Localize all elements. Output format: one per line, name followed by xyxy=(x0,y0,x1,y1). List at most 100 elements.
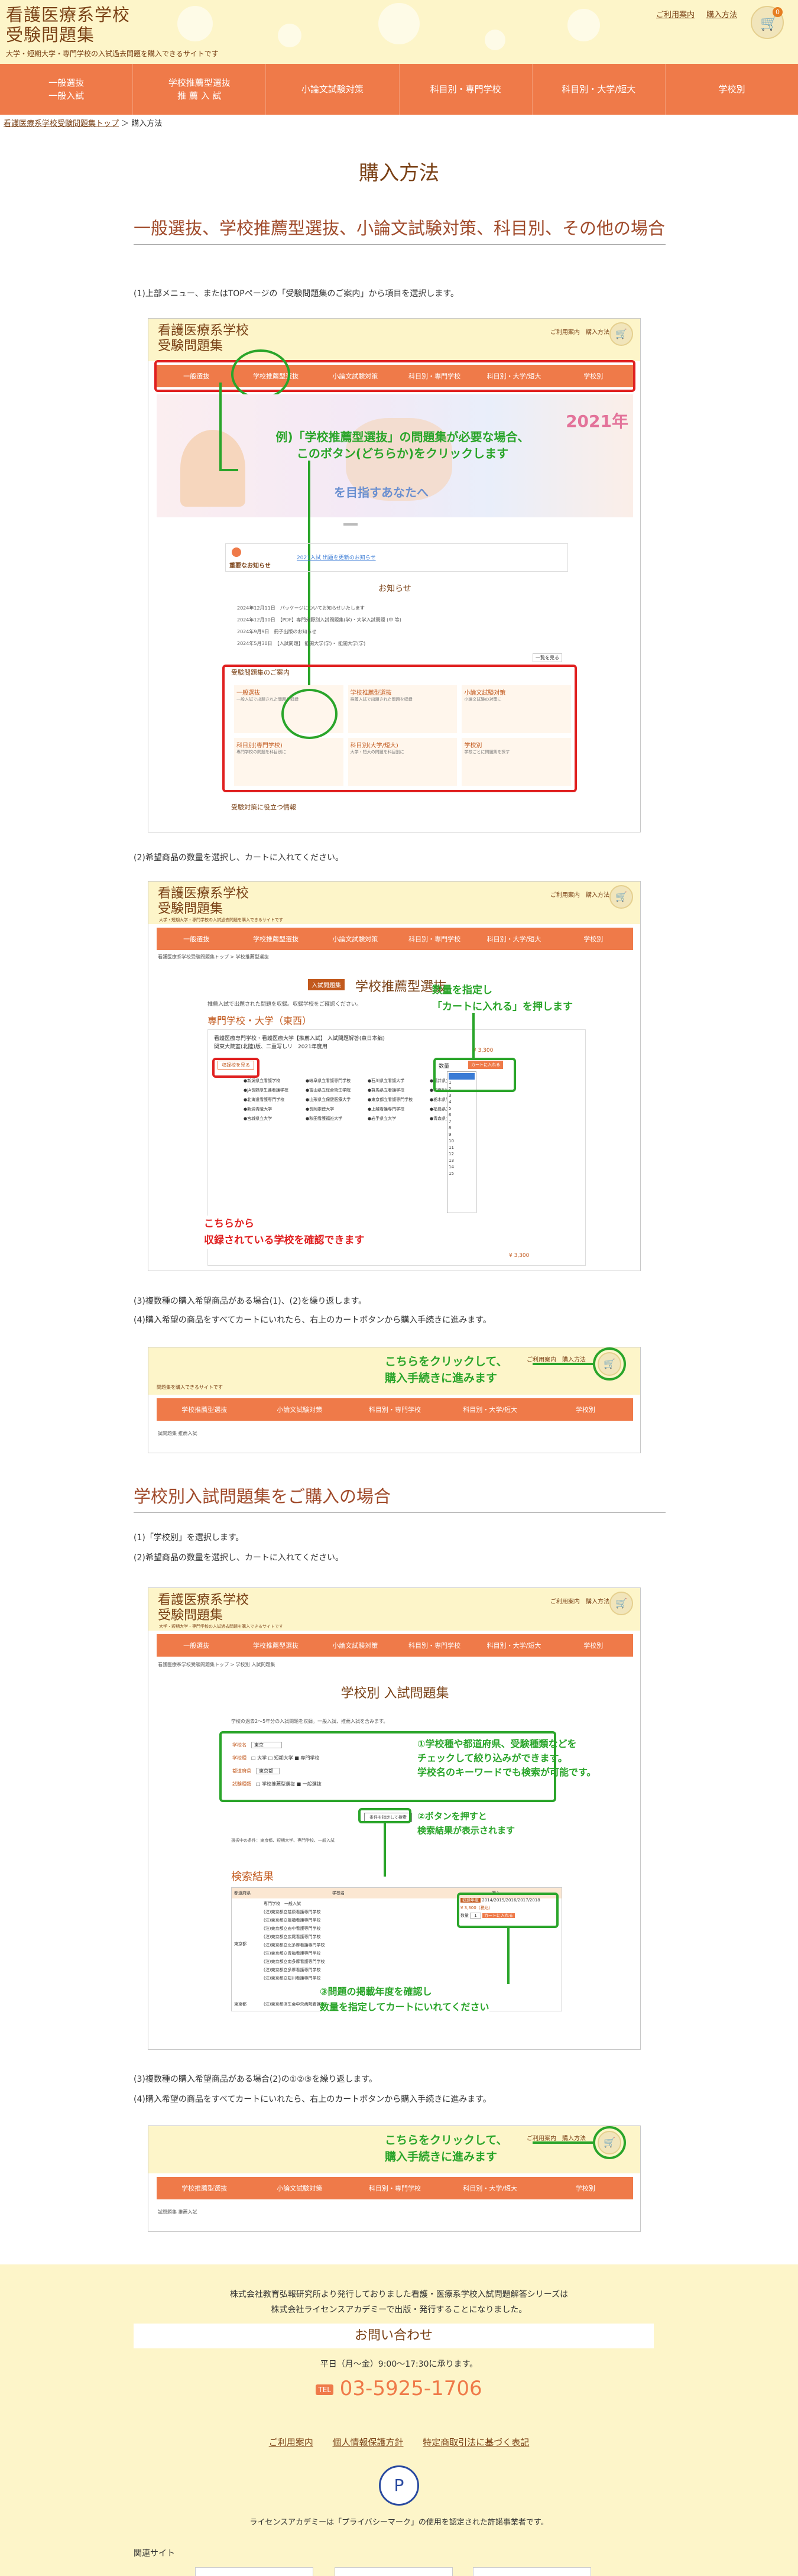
qty-option: 15 xyxy=(449,1171,454,1176)
qty-option: 13 xyxy=(449,1158,454,1163)
nav-essay-exam[interactable]: 小論文試験対策 xyxy=(266,64,400,115)
shot1-banner-year: 2021年 xyxy=(566,411,628,431)
result-region: 東京都 xyxy=(234,1942,246,1946)
shot2-links: ご利用案内 購入方法 xyxy=(550,892,609,899)
footer-tel[interactable]: 03-5925-1706 xyxy=(340,2377,482,2400)
shot2-crumb: 看護医療系学校受験問題集トップ > 学校推薦型選抜 xyxy=(158,954,269,960)
shot1-nav-highlight xyxy=(154,360,635,392)
shot4-nav-item: 科目別・大学/短大 xyxy=(486,1642,541,1650)
shot2-nav-item: 科目別・大学/短大 xyxy=(486,935,541,943)
shot4-connector xyxy=(507,1928,510,1984)
guide-item: 科目別(専門学校) 専門学校の問題を科目別に xyxy=(234,738,343,786)
shot4-callout1: ①学校種や都道府県、受験種類などを チェックして絞り込みができます。 学校名のキ… xyxy=(417,1738,596,1778)
site-header: 看護医療系学校 受験問題集 大学・短期大学・専門学校の入試過去問題を購入できるサ… xyxy=(0,0,798,64)
shot3-callout: こちらをクリックして、 購入手続きに進みます xyxy=(385,1353,508,1386)
shot4-connector xyxy=(384,1823,386,1877)
related-banner[interactable] xyxy=(473,2567,591,2576)
screenshot-product-page: 看護医療系学校 受験問題集 大学・短期大学・専門学校の入試過去問題を購入できるサ… xyxy=(148,881,641,1271)
shot2-cart-icon: 🛒 xyxy=(609,885,633,909)
result-row: (注)東京都立青梅看護専門学校 xyxy=(264,1951,321,1956)
breadcrumb-home[interactable]: 看護医療系学校受験問題集トップ xyxy=(4,119,119,128)
school-item: ●上越看護専門学校 xyxy=(368,1107,405,1112)
shot5-crumb: 試問題集 推薦入試 xyxy=(158,2209,197,2215)
footer-privacy-note: ライセンスアカデミーは「プライバシーマーク」の使用を認定された許諾事業者です。 xyxy=(249,2518,549,2527)
nav-recommendation-exam[interactable]: 学校推薦型選抜 推 薦 入 試 xyxy=(133,64,267,115)
shot4-note: 選択中の条件：東京都、短期大学、専門学校、一般入試 xyxy=(231,1838,335,1843)
slider-dots xyxy=(343,523,358,526)
nav-by-school[interactable]: 学校別 xyxy=(666,64,798,115)
footer-links: ご利用案内 個人情報保護方針 特定商取引法に基づく表記 xyxy=(0,2436,798,2448)
shot1-notice: 重要なお知らせ 2021入試 出題を更新のお知らせ xyxy=(225,543,568,572)
shot3-cart-circle xyxy=(593,1347,626,1381)
section2-step4: (4)購入希望の商品をすべてカートにいれたら、右上のカートボタンから購入手続きに… xyxy=(134,2095,491,2104)
breadcrumb: 看護医療系学校受験問題集トップ ＞ 購入方法 xyxy=(4,119,163,128)
shot1-footer-link: 受験対策に役立つ情報 xyxy=(231,803,296,811)
section2-step3: (3)複数種の購入希望商品がある場合(2)の①②③を繰り返します。 xyxy=(134,2075,377,2084)
shot1-callout: 例)「学校推薦型選抜」の問題集が必要な場合、 このボタン(どちらか)をクリックし… xyxy=(275,430,530,461)
screenshot-top-page: 看護医療系学校 受験問題集 ご利用案内 購入方法 🛒 一般選抜 学校推薦型選抜 … xyxy=(148,318,641,832)
news-item: 2024年5月30日 【入試問題】 能開大学(学)・ 能開大学(学) xyxy=(237,641,366,646)
footer-link-privacy[interactable]: 個人情報保護方針 xyxy=(332,2437,403,2448)
col-region: 都道府県 xyxy=(234,1891,251,1895)
shot5-callout: こちらをクリックして、 購入手続きに進みます xyxy=(385,2132,508,2165)
shot3-nav: 学校推薦型選抜 小論文試験対策 科目別・専門学校 科目別・大学/短大 学校別 xyxy=(157,1398,633,1421)
school-item: ●JA長野厚生連看護学校 xyxy=(244,1088,288,1093)
nav-subject-university[interactable]: 科目別・大学/短大 xyxy=(533,64,666,115)
guide-link[interactable]: ご利用案内 xyxy=(656,8,695,20)
shot1-notice-text: 2021入試 出題を更新のお知らせ xyxy=(297,555,376,561)
result-row: (注)東京都立北多摩看護専門学校 xyxy=(264,1943,325,1948)
privacy-mark-logo: P xyxy=(379,2465,419,2506)
shot4-nav-item: 科目別・専門学校 xyxy=(408,1642,461,1650)
related-banner[interactable] xyxy=(195,2567,313,2576)
result-row: (注)東京都立広尾看護専門学校 xyxy=(264,1935,321,1939)
cart-count-badge: 0 xyxy=(773,7,783,17)
shot4-results-title: 検索結果 xyxy=(231,1871,274,1883)
school-item: ●新潟青陵大学 xyxy=(244,1107,273,1112)
shot4-links: ご利用案内 購入方法 xyxy=(550,1599,609,1605)
screenshot-school-search: 看護医療系学校 受験問題集 大学・短期大学・専門学校の入試過去問題を購入できるサ… xyxy=(148,1587,641,2050)
shot1-connector xyxy=(219,383,222,471)
shot5-nav-item: 小論文試験対策 xyxy=(277,2185,323,2192)
shot2-badge: 入試問題集 xyxy=(308,979,345,990)
section1-step3: (3)複数種の購入希望商品がある場合(1)、(2)を繰り返します。 xyxy=(134,1297,367,1306)
qty-option: 9 xyxy=(449,1132,452,1137)
site-logo-line1[interactable]: 看護医療系学校 xyxy=(6,5,130,25)
shot3-crumb: 試問題集 推薦入試 xyxy=(158,1431,197,1436)
shot3-tag: 問題集を購入できるサイトです xyxy=(157,1385,223,1390)
guide-item: 学校別 学校ごとに問題集を探す xyxy=(462,738,571,786)
shot5-connector xyxy=(533,2141,593,2144)
section1-step4: (4)購入希望の商品をすべてカートにいれたら、右上のカートボタンから購入手続きに… xyxy=(134,1315,491,1325)
result-row: (注)東京都立府中看護専門学校 xyxy=(264,1926,321,1931)
footer-tel-row: TEL 03-5925-1706 xyxy=(0,2377,798,2400)
shot1-notice-title: 重要なお知らせ xyxy=(229,563,271,569)
qty-option: 14 xyxy=(449,1165,454,1169)
qty-option: 4 xyxy=(449,1100,452,1104)
nav-general-exam[interactable]: 一般選抜 一般入試 xyxy=(0,64,134,115)
section1-heading: 一般選抜、学校推薦型選抜、小論文試験対策、科目別、その他の場合 xyxy=(134,216,666,245)
guide-item: 小論文試験対策 小論文試験の対策に xyxy=(462,685,571,733)
shot3-nav-item: 科目別・大学/短大 xyxy=(463,1406,518,1414)
purchase-method-link[interactable]: 購入方法 xyxy=(706,8,737,20)
page-title: 購入方法 xyxy=(359,161,439,185)
contact-title: お問い合わせ xyxy=(134,2324,654,2348)
school-item: ●群馬県立看護学校 xyxy=(368,1088,405,1093)
cart-button[interactable]: 🛒 0 xyxy=(751,6,784,39)
nav-subject-vocational[interactable]: 科目別・専門学校 xyxy=(400,64,533,115)
shot2-price: ¥ 3,300 xyxy=(473,1048,494,1054)
shot1-nav-circle xyxy=(231,349,290,399)
qty-option: 7 xyxy=(449,1119,452,1124)
footer-link-law[interactable]: 特定商取引法に基づく表記 xyxy=(423,2437,529,2448)
footer-link-guide[interactable]: ご利用案内 xyxy=(269,2437,313,2448)
shot2-product-name: 看護医療専門学校・看護医療大学【推薦入試】 入試問題解答(東日本編) 関東大院室… xyxy=(214,1036,385,1050)
related-banner[interactable] xyxy=(335,2567,453,2576)
shot2-intro: 推薦入試で出題された問題を収録。収録学校をご確認ください。 xyxy=(207,1002,362,1007)
site-logo-line2[interactable]: 受験問題集 xyxy=(6,25,95,46)
footer-hours: 平日（月〜金）9:00〜17:30に承ります。 xyxy=(320,2360,478,2369)
result-row: (注)東京都立多摩看護専門学校 xyxy=(264,1968,321,1972)
shot1-more-btn: 一覧を見る xyxy=(533,653,562,662)
qty-option: 11 xyxy=(449,1145,454,1150)
shot1-links: ご利用案内 購入方法 xyxy=(550,329,609,336)
shot4-buy-highlight xyxy=(457,1893,559,1928)
shot2-nav-item: 小論文試験対策 xyxy=(332,935,378,943)
result-last-region: 東京都 xyxy=(234,2002,246,2007)
